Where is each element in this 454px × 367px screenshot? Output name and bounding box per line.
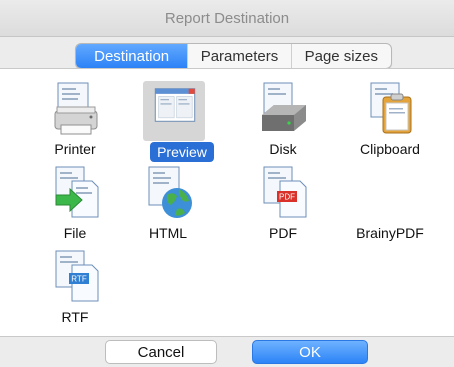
report-destination-dialog: Report Destination Destination Parameter… — [0, 0, 454, 367]
tab-parameters[interactable]: Parameters — [188, 44, 292, 68]
destination-label: RTF — [61, 309, 89, 325]
destination-label: BrainyPDF — [356, 225, 424, 241]
html-icon — [148, 166, 192, 218]
rtf-icon: RTF — [55, 250, 99, 302]
destination-rtf[interactable]: RTF RTF — [30, 245, 120, 327]
pdf-icon: PDF — [263, 166, 307, 218]
destination-label: Disk — [269, 141, 297, 157]
pdf-badge-text: PDF — [279, 193, 295, 202]
destination-label: Clipboard — [360, 141, 420, 157]
preview-icon — [154, 88, 196, 122]
destination-html[interactable]: HTML — [123, 161, 213, 243]
destination-printer[interactable]: Printer — [30, 77, 120, 159]
tab-bar: Destination Parameters Page sizes — [75, 43, 392, 69]
destination-brainypdf[interactable]: BrainyPDF — [345, 161, 435, 243]
destination-clipboard[interactable]: Clipboard — [345, 77, 435, 159]
cancel-button[interactable]: Cancel — [105, 340, 217, 364]
destination-label: Printer — [54, 141, 96, 157]
destination-disk[interactable]: Disk — [238, 77, 328, 159]
rtf-badge-text: RTF — [71, 275, 87, 284]
ok-button[interactable]: OK — [252, 340, 368, 364]
destination-label: File — [63, 225, 87, 241]
tab-page-sizes[interactable]: Page sizes — [292, 44, 391, 68]
destination-label-text: Preview — [150, 142, 214, 162]
clipboard-icon — [370, 82, 412, 134]
destination-label: PDF — [269, 225, 297, 241]
disk-icon — [262, 82, 306, 131]
destination-preview[interactable]: Preview — [123, 77, 214, 162]
destination-label: Preview — [137, 142, 227, 162]
tab-destination[interactable]: Destination — [76, 44, 189, 68]
destination-label: HTML — [148, 225, 188, 241]
destination-file[interactable]: File — [30, 161, 120, 243]
button-row: Cancel OK — [0, 336, 454, 367]
destination-pdf[interactable]: PDF PDF — [238, 161, 328, 243]
window-title: Report Destination — [0, 0, 454, 37]
file-icon — [55, 166, 99, 218]
printer-icon — [54, 82, 98, 135]
destination-grid: Printer Preview Disk Clipboard File HTML… — [0, 68, 454, 337]
